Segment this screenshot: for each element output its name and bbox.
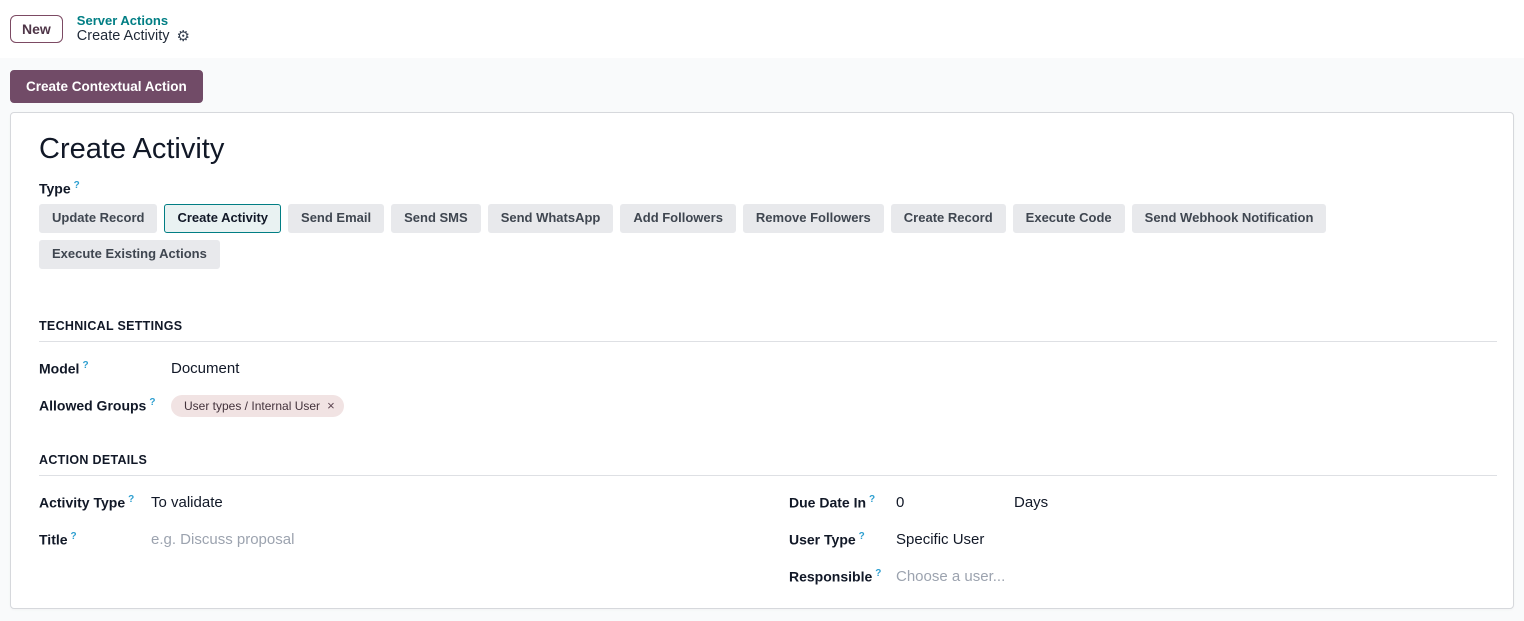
help-icon-user-type[interactable]: ? xyxy=(859,531,865,542)
due-date-in-field[interactable] xyxy=(896,494,1006,512)
help-icon-type[interactable]: ? xyxy=(74,180,80,191)
due-date-unit-label: Days xyxy=(1014,494,1049,512)
content-area: Create Contextual Action Create Activity… xyxy=(0,58,1524,609)
type-option-send-sms[interactable]: Send SMS xyxy=(391,203,481,233)
section-heading-action-details: ACTION DETAILS xyxy=(39,453,1497,476)
breadcrumb: New Server Actions Create Activity ⚙ xyxy=(0,0,1524,58)
type-field-label-row: Type? xyxy=(39,180,1497,197)
allowed-groups-tag[interactable]: User types / Internal User × xyxy=(171,394,344,417)
type-option-send-whatsapp[interactable]: Send WhatsApp xyxy=(487,203,614,233)
model-field-row: Model? xyxy=(39,358,1497,380)
section-action-details: ACTION DETAILS Activity Type? Title? xyxy=(39,453,1497,608)
tag-label: User types / Internal User xyxy=(184,398,321,413)
type-option-execute-existing-actions[interactable]: Execute Existing Actions xyxy=(39,239,220,269)
type-option-send-webhook-notification[interactable]: Send Webhook Notification xyxy=(1131,203,1327,233)
help-icon-responsible[interactable]: ? xyxy=(875,568,881,579)
type-label: Type xyxy=(39,180,71,197)
type-option-create-activity[interactable]: Create Activity xyxy=(164,203,282,233)
section-technical-settings: TECHNICAL SETTINGS Model? Allowed Groups… xyxy=(39,319,1497,417)
due-date-in-label: Due Date In? xyxy=(789,494,876,511)
status-badge-new: New xyxy=(10,15,63,43)
user-type-label: User Type? xyxy=(789,531,865,548)
section-heading-technical-settings: TECHNICAL SETTINGS xyxy=(39,319,1497,342)
due-date-in-field-row: Due Date In? Days xyxy=(789,492,1497,514)
responsible-field-row: Responsible? xyxy=(789,566,1497,588)
type-option-remove-followers[interactable]: Remove Followers xyxy=(742,203,884,233)
help-icon-allowed-groups[interactable]: ? xyxy=(149,397,155,408)
type-option-update-record[interactable]: Update Record xyxy=(39,203,158,233)
form-sheet: Create Activity Type? Update Record Creat… xyxy=(10,112,1514,609)
model-field[interactable] xyxy=(171,360,491,378)
breadcrumb-trail: Server Actions Create Activity ⚙ xyxy=(77,13,190,46)
type-option-create-record[interactable]: Create Record xyxy=(890,203,1006,233)
type-option-send-email[interactable]: Send Email xyxy=(288,203,385,233)
title-field[interactable] xyxy=(151,531,471,549)
user-type-field-row: User Type? xyxy=(789,529,1497,551)
action-details-grid: Activity Type? Title? Due Date In? Days xyxy=(39,492,1497,603)
breadcrumb-parent-link[interactable]: Server Actions xyxy=(77,13,190,29)
responsible-field[interactable] xyxy=(896,568,1216,586)
help-icon-due-date-in[interactable]: ? xyxy=(869,494,875,505)
breadcrumb-current: Create Activity xyxy=(76,28,170,45)
allowed-groups-label: Allowed Groups? xyxy=(39,397,156,414)
help-icon-title[interactable]: ? xyxy=(71,531,77,542)
model-label: Model? xyxy=(39,360,89,377)
user-type-field[interactable] xyxy=(896,531,1216,549)
title-field-row: Title? xyxy=(39,529,789,551)
action-details-right-column: Due Date In? Days User Type? Responsible… xyxy=(789,492,1497,603)
remove-tag-icon[interactable]: × xyxy=(327,399,335,412)
activity-type-field[interactable] xyxy=(151,494,471,512)
type-selector: Update Record Create Activity Send Email Se… xyxy=(39,203,1497,269)
page-title: Create Activity xyxy=(39,133,225,165)
help-icon-activity-type[interactable]: ? xyxy=(128,494,134,505)
action-details-left-column: Activity Type? Title? xyxy=(39,492,789,603)
create-contextual-action-button[interactable]: Create Contextual Action xyxy=(10,70,203,103)
gear-icon[interactable]: ⚙ xyxy=(176,29,189,44)
type-option-execute-code[interactable]: Execute Code xyxy=(1012,203,1125,233)
title-label: Title? xyxy=(39,531,77,548)
responsible-label: Responsible? xyxy=(789,568,882,585)
help-icon-model[interactable]: ? xyxy=(82,360,88,371)
allowed-groups-field-row: Allowed Groups? User types / Internal Us… xyxy=(39,394,1497,417)
activity-type-field-row: Activity Type? xyxy=(39,492,789,514)
activity-type-label: Activity Type? xyxy=(39,494,135,511)
type-option-add-followers[interactable]: Add Followers xyxy=(620,203,736,233)
